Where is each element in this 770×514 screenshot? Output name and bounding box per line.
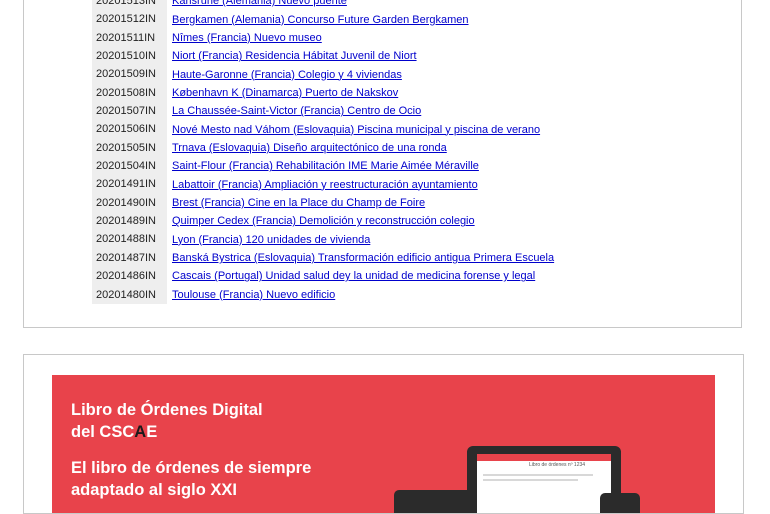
banner-title-line1: Libro de Órdenes Digital (71, 401, 263, 419)
tablet-screen-title: Libro de órdenes nº 1234 (529, 462, 586, 468)
project-list-panel: 20201513IN Karlsruhe (Alemania) Nuevo pue… (23, 0, 742, 328)
banner-subtitle-line1: El libro de órdenes de siempre (71, 459, 312, 477)
project-link[interactable]: Toulouse (Francia) Nuevo edificio (167, 289, 335, 301)
banner-title-accent: A (134, 423, 147, 441)
project-link[interactable]: Banská Bystrica (Eslovaquia) Transformac… (167, 252, 554, 264)
project-link[interactable]: Brest (Francia) Cine en la Place du Cham… (167, 197, 425, 209)
project-code: 20201490IN (92, 193, 167, 213)
ad-panel: Libro de Órdenes Digital del CSCAE El li… (23, 354, 744, 514)
project-code: 20201486IN (92, 267, 167, 286)
project-code: 20201507IN (92, 102, 167, 121)
project-row: 20201491IN Labattoir (Francia) Ampliación… (92, 175, 712, 194)
banner-title-suffix: E (146, 423, 158, 441)
project-link[interactable]: København K (Dinamarca) Puerto de Naksko… (167, 87, 398, 99)
project-row: 20201490IN Brest (Francia) Cine en la Pla… (92, 193, 712, 213)
project-link[interactable]: Karlsruhe (Alemania) Nuevo puente (167, 0, 347, 7)
project-code: 20201504IN (92, 157, 167, 176)
project-code: 20201511IN (92, 28, 167, 48)
banner-title-prefix: del CSC (71, 423, 135, 441)
project-code: 20201488IN (92, 230, 167, 249)
tablet-screen-line (483, 474, 593, 476)
tablet-screen-header (477, 454, 611, 461)
project-code: 20201487IN (92, 248, 167, 268)
project-row: 20201512IN Bergkamen (Alemania) Concurso … (92, 10, 712, 29)
banner-title: Libro de Órdenes Digital del CSCAE (71, 399, 351, 443)
project-code: 20201512IN (92, 10, 167, 29)
project-row: 20201506IN Nové Mesto nad Váhom (Eslovaqu… (92, 120, 712, 139)
project-code: 20201480IN (92, 285, 167, 304)
project-code: 20201513IN (92, 0, 167, 11)
project-row: 20201507IN La Chaussée-Saint-Victor (Fran… (92, 102, 712, 121)
project-link[interactable]: Labattoir (Francia) Ampliación y reestru… (167, 179, 478, 191)
project-code: 20201489IN (92, 212, 167, 231)
project-link[interactable]: Haute-Garonne (Francia) Colegio y 4 vivi… (167, 69, 402, 81)
project-code: 20201510IN (92, 47, 167, 66)
banner-title-line2: del CSCAE (71, 421, 351, 443)
cscae-banner[interactable]: Libro de Órdenes Digital del CSCAE El li… (52, 375, 715, 513)
project-link[interactable]: Saint-Flour (Francia) Rehabilitación IME… (167, 160, 479, 172)
project-row: 20201504IN Saint-Flour (Francia) Rehabili… (92, 157, 712, 176)
project-row: 20201486IN Cascais (Portugal) Unidad salu… (92, 267, 712, 286)
project-link[interactable]: Lyon (Francia) 120 unidades de vivienda (167, 234, 370, 246)
project-row: 20201510IN Niort (Francia) Residencia Háb… (92, 47, 712, 66)
project-link[interactable]: Trnava (Eslovaquia) Diseño arquitectónic… (167, 142, 447, 154)
project-link[interactable]: Cascais (Portugal) Unidad salud dey la u… (167, 270, 535, 282)
project-code: 20201491IN (92, 175, 167, 194)
project-row: 20201487IN Banská Bystrica (Eslovaquia) T… (92, 248, 712, 268)
project-row: 20201505IN Trnava (Eslovaquia) Diseño arq… (92, 138, 712, 158)
project-link[interactable]: Quimper Cedex (Francia) Demolición y rec… (167, 215, 475, 227)
project-link[interactable]: Nîmes (Francia) Nuevo museo (167, 32, 322, 44)
tablet-screen: Libro de órdenes nº 1234 (477, 454, 611, 513)
project-row: 20201511IN Nîmes (Francia) Nuevo museo (92, 28, 712, 48)
project-link[interactable]: La Chaussée-Saint-Victor (Francia) Centr… (167, 105, 421, 117)
project-row: 20201509IN Haute-Garonne (Francia) Colegi… (92, 65, 712, 84)
project-code: 20201509IN (92, 65, 167, 84)
project-row: 20201513IN Karlsruhe (Alemania) Nuevo pue… (92, 0, 712, 11)
project-list: 20201513IN Karlsruhe (Alemania) Nuevo pue… (92, 0, 712, 304)
project-row: 20201489IN Quimper Cedex (Francia) Demoli… (92, 212, 712, 231)
project-link[interactable]: Nové Mesto nad Váhom (Eslovaquia) Piscin… (167, 124, 540, 136)
project-row: 20201488IN Lyon (Francia) 120 unidades de… (92, 230, 712, 249)
project-row: 20201508IN København K (Dinamarca) Puerto… (92, 83, 712, 103)
banner-subtitle-line2: adaptado al siglo XXI (71, 481, 237, 499)
project-code: 20201505IN (92, 138, 167, 158)
project-link[interactable]: Bergkamen (Alemania) Concurso Future Gar… (167, 14, 469, 26)
project-code: 20201506IN (92, 120, 167, 139)
banner-subtitle: El libro de órdenes de siempre adaptado … (71, 457, 371, 501)
tablet-screen-line (483, 479, 578, 481)
project-code: 20201508IN (92, 83, 167, 103)
tablet-image: Libro de órdenes nº 1234 (467, 446, 621, 513)
project-link[interactable]: Niort (Francia) Residencia Hábitat Juven… (167, 50, 417, 62)
phone-right-image (600, 493, 640, 513)
project-row: 20201480IN Toulouse (Francia) Nuevo edifi… (92, 285, 712, 304)
